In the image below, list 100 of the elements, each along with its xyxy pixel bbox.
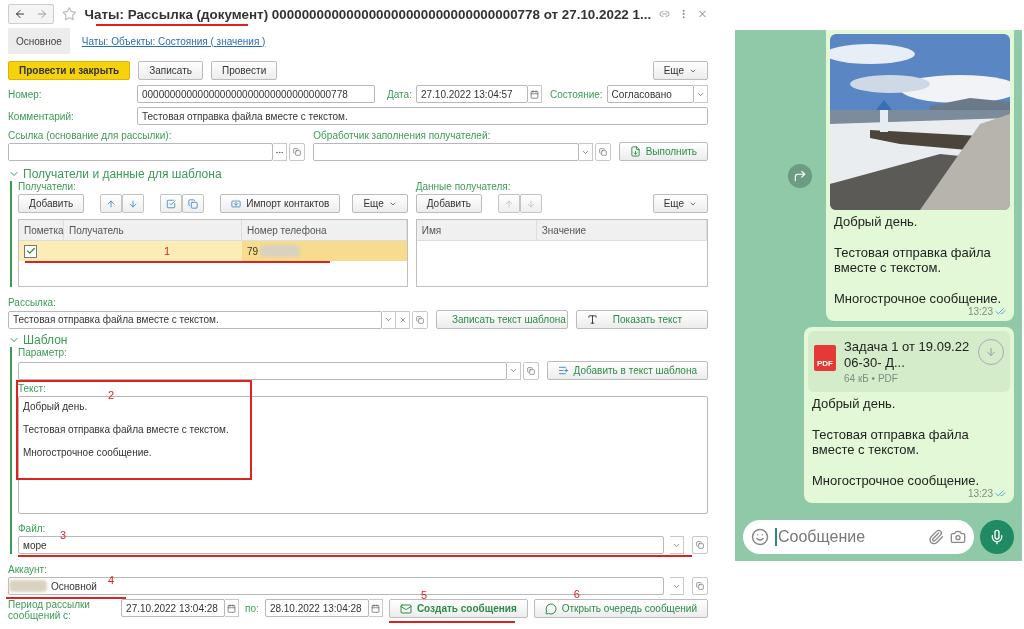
field-label: по:	[245, 603, 259, 614]
more-button[interactable]: Еще	[652, 61, 708, 80]
close-icon[interactable]	[697, 8, 708, 20]
open-icon[interactable]	[522, 361, 539, 380]
envelope-icon	[399, 602, 412, 615]
handler-field[interactable]	[313, 143, 579, 161]
section-title: Получатели и данные для шаблона	[23, 167, 222, 181]
open-queue-button[interactable]: Открыть очередь сообщений	[533, 599, 708, 618]
message-text: Добрый день. Тестовая отправка файла вместе с текстом. Многострочное сообщение.	[811, 395, 981, 488]
checkbox[interactable]	[24, 244, 37, 258]
tab[interactable]: Чаты: Объекты: Состояния ( значения )	[73, 28, 274, 54]
show-text-button[interactable]: Показать текст	[576, 310, 708, 329]
open-icon[interactable]	[412, 310, 428, 329]
arrow-down-icon[interactable]	[122, 194, 145, 213]
column-header: Получатель	[64, 220, 242, 240]
more-button[interactable]: Еще	[652, 194, 708, 213]
read-ticks-icon	[995, 488, 1006, 499]
field-label: Рассылка:	[8, 297, 57, 308]
attach-icon[interactable]	[928, 529, 944, 545]
save-template-button[interactable]: Записать текст шаблона	[436, 310, 568, 329]
dropdown-icon[interactable]	[382, 310, 396, 329]
field-label: Данные получателя:	[415, 181, 512, 192]
checklist-icon[interactable]	[160, 194, 183, 213]
create-messages-button[interactable]: Создать сообщения	[388, 599, 528, 618]
column-header: Номер телефона	[242, 220, 407, 240]
field-label: Получатели:	[18, 181, 77, 192]
field-label: Дата:	[387, 88, 412, 100]
toolbar-button[interactable]: Провести	[211, 61, 278, 80]
tab[interactable]: Основное	[8, 28, 70, 54]
emoji-icon[interactable]	[751, 528, 769, 546]
chat-bubble-icon	[544, 602, 557, 615]
mic-button[interactable]	[980, 520, 1014, 554]
clear-icon[interactable]	[396, 310, 410, 329]
import-icon	[231, 198, 242, 209]
forward-icon[interactable]	[788, 163, 812, 188]
link-icon[interactable]	[659, 8, 671, 20]
open-icon[interactable]	[594, 143, 611, 161]
mailing-field[interactable]: Тестовая отправка файла вместе с текстом.	[8, 310, 382, 329]
microphone-icon	[989, 529, 1005, 545]
open-icon[interactable]	[289, 143, 306, 161]
document-arrow-icon	[629, 146, 641, 157]
dropdown-icon[interactable]	[694, 85, 708, 103]
message-time: 13:23	[967, 488, 1010, 499]
window-title: Чаты: Рассылка (документ) 000000000000000000000000000000000778 от 27.10.2022 1...	[84, 6, 652, 22]
arrow-left-icon	[14, 8, 26, 20]
file-meta: 64 кБ • PDF	[844, 373, 899, 384]
account-name: Основной	[51, 580, 97, 592]
message-time: 13:23	[967, 306, 1010, 317]
add-button[interactable]: Добавить	[415, 194, 482, 213]
link-field[interactable]	[8, 143, 274, 161]
field-label: Состояние:	[549, 88, 603, 100]
dropdown-icon[interactable]	[670, 577, 684, 595]
table-cell: 79	[247, 245, 259, 257]
field-label: Обработчик заполнения получателей:	[313, 130, 492, 141]
star-icon[interactable]	[62, 6, 77, 22]
date-field[interactable]: 27.10.2022 13:04:28	[121, 599, 226, 617]
date-field[interactable]: 28.10.2022 13:04:28	[264, 599, 369, 617]
ellipsis-icon[interactable]	[273, 143, 288, 161]
run-button[interactable]: Выполнить	[618, 142, 708, 161]
column-header: Значение	[536, 220, 707, 240]
post-close-button[interactable]: Провести и закрыть	[8, 61, 131, 80]
text-icon	[587, 314, 598, 325]
section-title: Шаблон	[23, 333, 68, 347]
list-add-icon	[557, 365, 569, 376]
redacted-mark	[260, 245, 301, 257]
copy-icon[interactable]	[182, 194, 205, 213]
calendar-icon[interactable]	[225, 599, 240, 617]
comment-field[interactable]: Тестовая отправка файла вместе с текстом.	[137, 107, 708, 125]
file-attachment[interactable]: PDF Задача 1 от 19.09.22 06-30- Д... 64 кБ • PDF	[808, 331, 1010, 392]
redacted-mark	[9, 580, 47, 592]
field-label: Текст:	[18, 383, 47, 394]
camera-icon[interactable]	[950, 529, 966, 545]
field-label: Комментарий:	[8, 110, 75, 122]
column-header: Пометка	[19, 220, 64, 240]
message-text: Добрый день. Тестовая отправка файла вместе с текстом. Многострочное сообщение.	[833, 213, 1003, 306]
parameter-field[interactable]	[18, 361, 507, 380]
table-row[interactable]: 1 79	[19, 241, 407, 261]
column-header: Имя	[416, 220, 537, 240]
number-field[interactable]: 0000000000000000000000000000000000778	[137, 85, 375, 103]
arrow-right-icon	[36, 8, 48, 20]
field-label: Аккаунт:	[8, 564, 48, 575]
annotation-number: 1	[164, 245, 171, 257]
open-icon[interactable]	[692, 577, 708, 595]
field-label: Номер:	[8, 88, 43, 100]
field-label: Параметр:	[18, 347, 68, 358]
add-to-template-button[interactable]: Добавить в текст шаблона	[546, 361, 708, 380]
field-label: Ссылка (основание для рассылки):	[8, 130, 173, 141]
toolbar-button[interactable]: Записать	[138, 61, 203, 80]
dropdown-icon[interactable]	[670, 536, 684, 554]
more-button[interactable]: Еще	[352, 194, 408, 213]
add-button[interactable]: Добавить	[18, 194, 85, 213]
date-field[interactable]: 27.10.2022 13:04:57	[415, 85, 528, 103]
arrow-up-icon[interactable]	[100, 194, 123, 213]
field-label: Файл:	[18, 523, 47, 534]
read-ticks-icon	[995, 306, 1006, 317]
pdf-icon: PDF	[814, 345, 836, 371]
open-icon[interactable]	[692, 536, 708, 554]
message-input[interactable]: Сообщение	[743, 520, 974, 554]
state-field[interactable]: Согласовано	[606, 85, 694, 103]
import-button[interactable]: Импорт контактов	[220, 194, 341, 213]
